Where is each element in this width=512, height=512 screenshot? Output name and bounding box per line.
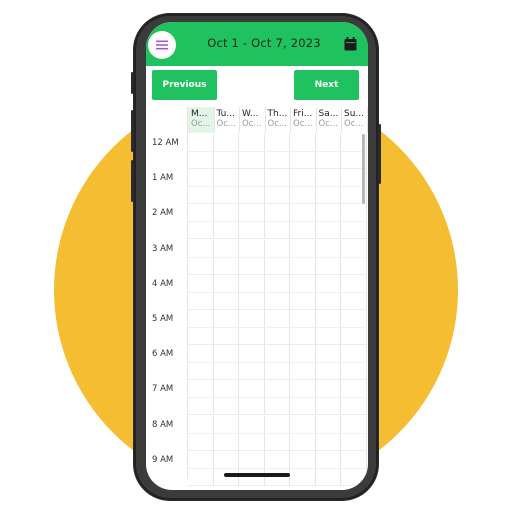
day-header-date: Oc... <box>318 119 338 129</box>
hour-label: 6 AM <box>152 349 174 360</box>
scrollbar[interactable] <box>362 134 365 204</box>
hour-label: 5 AM <box>152 314 174 324</box>
hour-row: 2 AM <box>146 204 367 240</box>
menu-button[interactable] <box>148 31 176 59</box>
hour-row: 8 AM <box>146 415 367 451</box>
day-header-name: Th... <box>267 109 288 119</box>
day-header[interactable]: Th... Oc... <box>265 107 291 133</box>
day-header-date: Oc... <box>242 119 262 129</box>
day-header[interactable]: Sa... Oc... <box>316 107 342 133</box>
time-gutter-divider <box>187 107 188 479</box>
half-hour-divider <box>188 291 367 293</box>
hour-row: 6 AM <box>146 345 367 381</box>
home-indicator <box>224 473 290 477</box>
hour-row: 3 AM <box>146 239 367 275</box>
half-hour-divider <box>188 256 367 258</box>
day-header[interactable]: M... Oc... <box>188 107 215 133</box>
day-header-name: Sa... <box>318 109 339 119</box>
hour-label: 1 AM <box>152 173 174 184</box>
day-header-name: Fri... <box>293 109 313 119</box>
day-header[interactable]: Su... Oc... <box>341 107 368 133</box>
day-header-name: M... <box>191 109 208 119</box>
hour-row: 4 AM <box>146 274 367 310</box>
phone-power-button <box>378 124 381 184</box>
day-header[interactable]: Tu... Oc... <box>214 107 240 133</box>
half-hour-divider <box>188 397 367 399</box>
phone-volume-down-button <box>131 160 134 202</box>
hour-row: 7 AM <box>146 380 367 416</box>
hour-label: 3 AM <box>152 243 174 254</box>
hour-label: 4 AM <box>152 278 174 289</box>
half-hour-divider <box>188 362 367 364</box>
previous-button[interactable]: Previous <box>152 70 217 100</box>
half-hour-divider <box>188 151 367 152</box>
hour-label: 9 AM <box>152 454 174 465</box>
hour-row: 12 AM <box>146 134 367 169</box>
half-hour-divider <box>188 186 367 188</box>
half-hour-divider <box>188 432 367 434</box>
day-header-date: Oc... <box>344 119 364 129</box>
next-button[interactable]: Next <box>294 70 359 100</box>
hour-label: 7 AM <box>152 384 174 395</box>
date-range-title: Oct 1 - Oct 7, 2023 <box>207 36 321 50</box>
hour-label: 8 AM <box>152 419 174 430</box>
hour-row: 5 AM <box>146 310 367 345</box>
top-app-bar: Oct 1 - Oct 7, 2023 <box>146 22 368 66</box>
half-hour-divider <box>188 221 367 223</box>
hamburger-menu-icon <box>156 40 168 50</box>
day-header-date: Oc... <box>293 119 313 129</box>
hour-label: 12 AM <box>152 138 179 148</box>
day-header[interactable]: Fri... Oc... <box>290 107 317 133</box>
hour-label: 2 AM <box>152 208 174 219</box>
day-header-date: Oc... <box>267 119 287 129</box>
phone-volume-up-button <box>131 110 134 152</box>
calendar-button[interactable] <box>344 36 357 55</box>
app-screen: Oct 1 - Oct 7, 2023 Previous Next M... Oc… <box>146 22 368 490</box>
half-hour-divider <box>188 467 367 469</box>
half-hour-divider <box>188 327 367 328</box>
calendar-icon <box>344 37 357 51</box>
phone-mute-switch <box>131 72 134 94</box>
day-header-date: Oc... <box>191 119 211 129</box>
hour-row: 1 AM <box>146 169 367 205</box>
day-header-date: Oc... <box>216 119 236 129</box>
day-header[interactable]: W... Oc... <box>239 107 266 133</box>
hour-row: 9 AM <box>146 450 367 486</box>
day-header-name: Su... <box>344 109 364 119</box>
day-header-name: Tu... <box>216 109 235 119</box>
day-header-name: W... <box>242 109 259 119</box>
